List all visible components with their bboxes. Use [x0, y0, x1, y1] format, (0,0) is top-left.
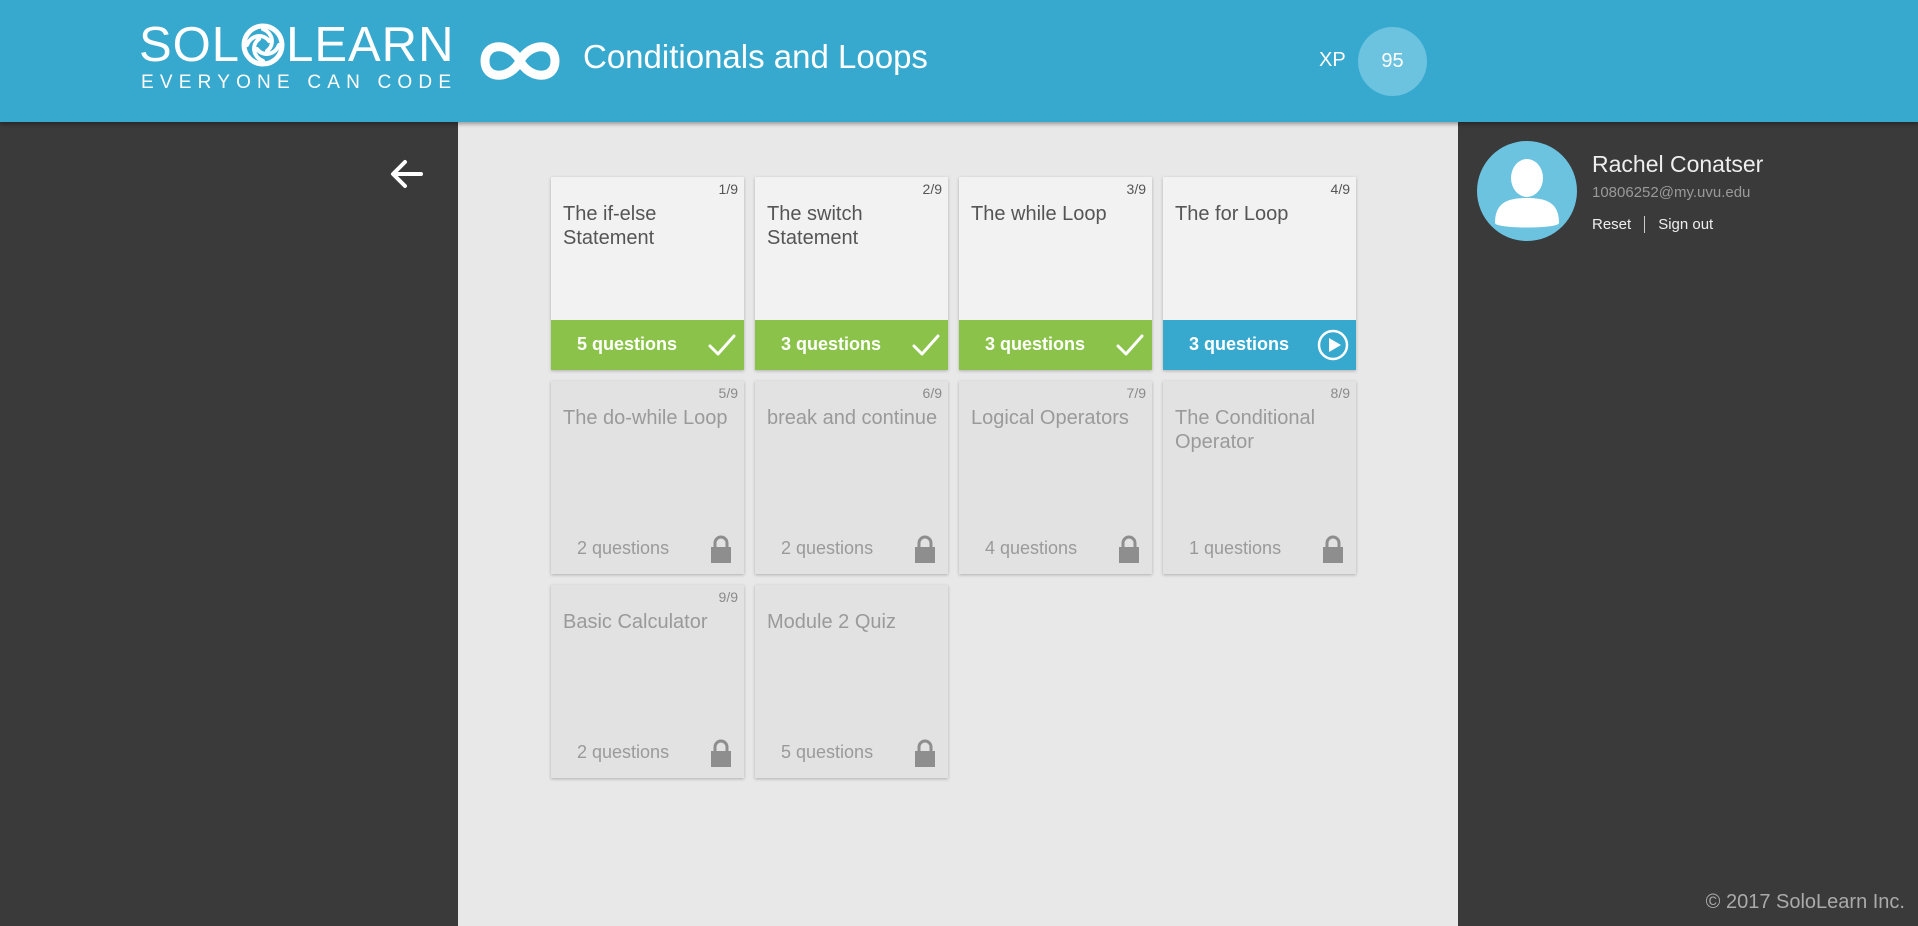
- lesson-title: Basic Calculator: [563, 611, 708, 633]
- logo-wordmark: SOL LEARN: [139, 20, 454, 70]
- lesson-title: Logical Operators: [971, 407, 1129, 429]
- lesson-number: 4/9: [1330, 181, 1350, 197]
- sign-out-button[interactable]: Sign out: [1658, 216, 1713, 233]
- arrow-left-icon[interactable]: [385, 152, 429, 196]
- question-count: 3 questions: [1189, 334, 1290, 354]
- question-count: 5 questions: [577, 334, 678, 354]
- lesson-footer: 2 questions: [551, 524, 744, 574]
- lesson-grid-panel: 1/9 The if-else Statement 5 questions 2/9 Th…: [458, 122, 1458, 926]
- question-count: 3 questions: [781, 334, 882, 354]
- user-email: 10806252@my.uvu.edu: [1592, 184, 1751, 201]
- question-count: 2 questions: [781, 538, 874, 558]
- lesson-title: The while Loop: [971, 203, 1107, 225]
- lock-icon: [1323, 535, 1343, 563]
- user-name: Rachel Conatser: [1592, 151, 1764, 177]
- play-icon[interactable]: [1316, 328, 1350, 362]
- question-count: 1 questions: [1189, 538, 1282, 558]
- lock-icon: [915, 535, 935, 563]
- lesson-title: The switch Statement: [767, 203, 863, 249]
- lesson-footer: 3 questions: [959, 320, 1152, 370]
- check-icon: [1116, 334, 1144, 356]
- lesson-title: break and continue: [767, 407, 938, 429]
- logo-text-left: SOL: [139, 18, 241, 72]
- lesson-card[interactable]: 3/9 The while Loop 3 questions: [959, 177, 1152, 370]
- logo-swirl-icon: [241, 23, 285, 67]
- check-icon: [912, 334, 940, 356]
- user-avatar-icon[interactable]: [1477, 141, 1577, 241]
- lesson-number: 2/9: [922, 181, 942, 197]
- lesson-footer: 2 questions: [755, 524, 948, 574]
- lesson-number: 5/9: [718, 385, 738, 401]
- top-header: SOL LEARN EVERYONE CAN CODE Conditionals…: [0, 0, 1918, 122]
- question-count: 5 questions: [781, 742, 874, 762]
- sololearn-logo[interactable]: SOL LEARN EVERYONE CAN CODE: [139, 20, 453, 100]
- lesson-title: Module 2 Quiz: [767, 611, 896, 633]
- lesson-footer: 3 questions: [755, 320, 948, 370]
- lesson-title: The Conditional Operator: [1175, 407, 1316, 453]
- lesson-card[interactable]: 2/9 The switch Statement 3 questions: [755, 177, 948, 370]
- lesson-card[interactable]: 5/9 The do-while Loop 2 questions: [551, 381, 744, 574]
- lesson-footer: 4 questions: [959, 524, 1152, 574]
- copyright-text: © 2017 SoloLearn Inc.: [1705, 891, 1905, 913]
- check-icon: [708, 334, 736, 356]
- lesson-title: The if-else Statement: [563, 203, 657, 249]
- lesson-card[interactable]: 9/9 Basic Calculator 2 questions: [551, 585, 744, 778]
- lesson-footer: 5 questions: [755, 728, 948, 778]
- lesson-footer: 1 questions: [1163, 524, 1356, 574]
- lesson-title: The do-while Loop: [563, 407, 728, 429]
- lesson-card[interactable]: 8/9 The Conditional Operator 1 questions: [1163, 381, 1356, 574]
- lock-icon: [711, 535, 731, 563]
- xp-value: 95: [1381, 50, 1404, 72]
- xp-label: XP: [1319, 49, 1346, 71]
- course-title: Conditionals and Loops: [583, 38, 928, 75]
- lock-icon: [915, 739, 935, 767]
- lesson-number: 3/9: [1126, 181, 1146, 197]
- question-count: 4 questions: [985, 538, 1078, 558]
- lesson-footer: 2 questions: [551, 728, 744, 778]
- lesson-number: 6/9: [922, 385, 942, 401]
- question-count: 2 questions: [577, 538, 670, 558]
- question-count: 2 questions: [577, 742, 670, 762]
- lesson-number: 1/9: [718, 181, 738, 197]
- lesson-card[interactable]: Module 2 Quiz 5 questions: [755, 585, 948, 778]
- lesson-card[interactable]: 7/9 Logical Operators 4 questions: [959, 381, 1152, 574]
- question-count: 3 questions: [985, 334, 1086, 354]
- lesson-number: 9/9: [718, 589, 738, 605]
- user-actions: Reset Sign out: [1592, 216, 1713, 233]
- infinity-icon: [480, 42, 560, 80]
- lesson-title: The for Loop: [1175, 203, 1289, 225]
- lesson-card[interactable]: 4/9 The for Loop 3 questions: [1163, 177, 1356, 370]
- lesson-number: 8/9: [1330, 385, 1350, 401]
- logo-tagline: EVERYONE CAN CODE: [141, 72, 458, 93]
- xp-badge: 95: [1358, 27, 1427, 96]
- lesson-card[interactable]: 6/9 break and continue 2 questions: [755, 381, 948, 574]
- logo-text-right: LEARN: [286, 18, 455, 72]
- lock-icon: [711, 739, 731, 767]
- lock-icon: [1119, 535, 1139, 563]
- lesson-card[interactable]: 1/9 The if-else Statement 5 questions: [551, 177, 744, 370]
- lesson-footer: 3 questions: [1163, 320, 1356, 370]
- lesson-footer: 5 questions: [551, 320, 744, 370]
- lesson-number: 7/9: [1126, 385, 1146, 401]
- reset-button[interactable]: Reset: [1592, 216, 1631, 233]
- divider: [1644, 216, 1646, 233]
